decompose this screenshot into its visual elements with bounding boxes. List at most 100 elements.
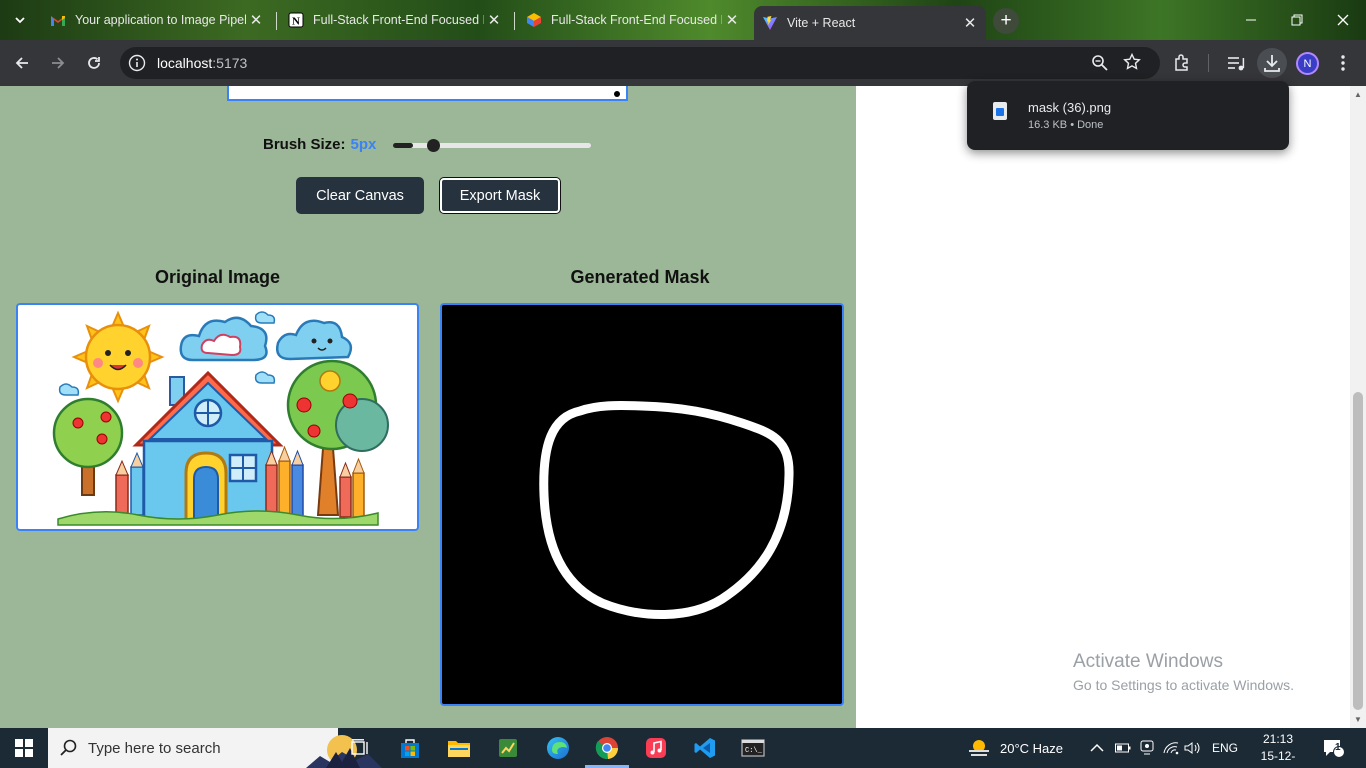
- tab-vite-react[interactable]: Vite + React ✕: [754, 6, 986, 40]
- show-hidden-icons-button[interactable]: [1090, 728, 1104, 768]
- chevron-down-icon: [15, 17, 25, 24]
- haze-weather-icon: [969, 740, 989, 756]
- slider-thumb[interactable]: [427, 139, 440, 152]
- restore-button[interactable]: [1274, 0, 1320, 40]
- chevron-up-icon: [1090, 743, 1104, 752]
- notifications-button[interactable]: 1: [1322, 728, 1344, 768]
- svg-text:C:\_: C:\_: [745, 747, 763, 755]
- start-button[interactable]: [0, 728, 48, 768]
- svg-text:N: N: [292, 16, 300, 28]
- pencils-illustration: [265, 445, 365, 518]
- clock[interactable]: 21:13 15-12-2024: [1248, 731, 1308, 768]
- file-explorer-icon[interactable]: [443, 732, 475, 764]
- back-button[interactable]: [8, 49, 36, 77]
- language-indicator[interactable]: ENG: [1212, 728, 1238, 768]
- arrow-left-icon: [15, 57, 28, 69]
- plus-icon: +: [1000, 10, 1012, 31]
- url-port: :5173: [212, 55, 248, 71]
- tab-search-button[interactable]: [6, 6, 34, 34]
- extensions-icon[interactable]: [1173, 53, 1192, 77]
- tab-gmail[interactable]: Your application to Image Pipel ✕: [42, 4, 272, 36]
- clear-canvas-button[interactable]: Clear Canvas: [296, 177, 424, 214]
- minimize-button[interactable]: [1228, 0, 1274, 40]
- windows-activation-watermark: Activate Windows Go to Settings to activ…: [1073, 651, 1294, 693]
- reload-icon: [88, 57, 100, 69]
- zoom-icon[interactable]: [1091, 54, 1109, 77]
- close-window-button[interactable]: [1320, 0, 1366, 40]
- windows-taskbar: Type here to search C:\_ 20°C Haze ENG 2…: [0, 728, 1366, 768]
- gmail-icon: [50, 12, 66, 28]
- scrollbar-thumb[interactable]: [1353, 392, 1363, 710]
- edge-browser-icon[interactable]: [542, 732, 574, 764]
- page-scrollbar[interactable]: ▲ ▼: [1350, 86, 1366, 728]
- title-bar: Your application to Image Pipel ✕ N Full…: [0, 0, 1366, 40]
- tab-title: Full-Stack Front-End Focused In: [313, 13, 484, 27]
- google-sheets-icon: [526, 12, 542, 28]
- taskbar-search-box[interactable]: Type here to search: [48, 728, 382, 768]
- forward-button[interactable]: [44, 49, 72, 77]
- notion-icon: N: [288, 12, 304, 28]
- mask-stroke: [539, 401, 794, 619]
- download-bubble[interactable]: mask (36).png 16.3 KB • Done: [967, 81, 1289, 150]
- page-viewport: Brush Size: 5px Clear Canvas Export Mask…: [0, 86, 1350, 728]
- download-filename[interactable]: mask (36).png: [1028, 100, 1111, 115]
- tab-title: Full-Stack Front-End Focused In: [551, 13, 722, 27]
- reload-button[interactable]: [80, 49, 108, 77]
- minimize-icon: [1246, 19, 1256, 21]
- arrow-right-icon: [52, 57, 65, 69]
- tab-sheets[interactable]: Full-Stack Front-End Focused In ✕: [518, 4, 748, 36]
- new-tab-button[interactable]: +: [993, 8, 1019, 34]
- url-text[interactable]: localhost:5173: [157, 55, 247, 71]
- site-info-icon[interactable]: [128, 54, 146, 77]
- address-bar[interactable]: [120, 47, 1160, 79]
- download-status: 16.3 KB • Done: [1028, 119, 1104, 131]
- smiling-cloud-illustration: [276, 319, 353, 361]
- search-icon: [60, 739, 77, 756]
- weather-widget[interactable]: 20°C Haze: [966, 728, 1063, 768]
- restore-icon: [1291, 14, 1303, 26]
- camera-icon[interactable]: [1140, 728, 1154, 768]
- downloads-button[interactable]: [1257, 48, 1287, 78]
- close-tab-icon[interactable]: ✕: [484, 10, 504, 30]
- house-illustration: [132, 370, 284, 523]
- close-tab-icon[interactable]: ✕: [246, 10, 266, 30]
- brush-size-value: 5px: [350, 136, 377, 153]
- drawing-canvas[interactable]: [227, 86, 628, 101]
- scroll-down-arrow[interactable]: ▼: [1354, 715, 1362, 724]
- scroll-up-arrow[interactable]: ▲: [1354, 90, 1362, 99]
- vite-icon: [762, 15, 778, 31]
- vscode-icon[interactable]: [689, 732, 721, 764]
- close-tab-icon[interactable]: ✕: [722, 10, 742, 30]
- microsoft-store-icon[interactable]: [394, 732, 426, 764]
- tab-notion[interactable]: N Full-Stack Front-End Focused In ✕: [280, 4, 510, 36]
- brush-size-slider[interactable]: [393, 139, 591, 152]
- brush-size-label: Brush Size: 5px: [263, 136, 376, 153]
- clock-time: 21:13: [1262, 732, 1294, 746]
- wifi-icon[interactable]: [1162, 728, 1180, 768]
- tree-illustration: [52, 397, 124, 496]
- task-view-icon[interactable]: [344, 732, 376, 764]
- media-control-icon[interactable]: [1227, 54, 1246, 77]
- chrome-browser-icon[interactable]: [591, 732, 623, 764]
- menu-kebab-icon[interactable]: [1336, 54, 1350, 77]
- terminal-icon[interactable]: C:\_: [737, 732, 769, 764]
- sun-illustration: [71, 310, 165, 404]
- battery-icon[interactable]: [1115, 728, 1131, 768]
- apple-music-icon[interactable]: [640, 732, 672, 764]
- excel-chart-app-icon[interactable]: [492, 732, 524, 764]
- brush-cursor: [614, 91, 620, 97]
- pencils-illustration: [115, 451, 144, 516]
- tab-title: Your application to Image Pipel: [75, 13, 246, 27]
- export-mask-button[interactable]: Export Mask: [439, 177, 561, 214]
- watermark-title: Activate Windows: [1073, 651, 1223, 672]
- empty-area: [856, 86, 1350, 728]
- browser-window: { "browser": { "tabs": [ {"title": "Your…: [0, 0, 1366, 768]
- notification-count: 1: [1335, 742, 1341, 753]
- bookmark-star-icon[interactable]: [1123, 52, 1141, 76]
- profile-avatar[interactable]: N: [1296, 52, 1319, 75]
- tab-title: Vite + React: [787, 16, 856, 30]
- weather-text: 20°C Haze: [1000, 740, 1064, 756]
- volume-icon[interactable]: [1184, 728, 1202, 768]
- close-tab-icon[interactable]: ✕: [960, 13, 980, 33]
- clock-date: 15-12-2024: [1260, 749, 1296, 768]
